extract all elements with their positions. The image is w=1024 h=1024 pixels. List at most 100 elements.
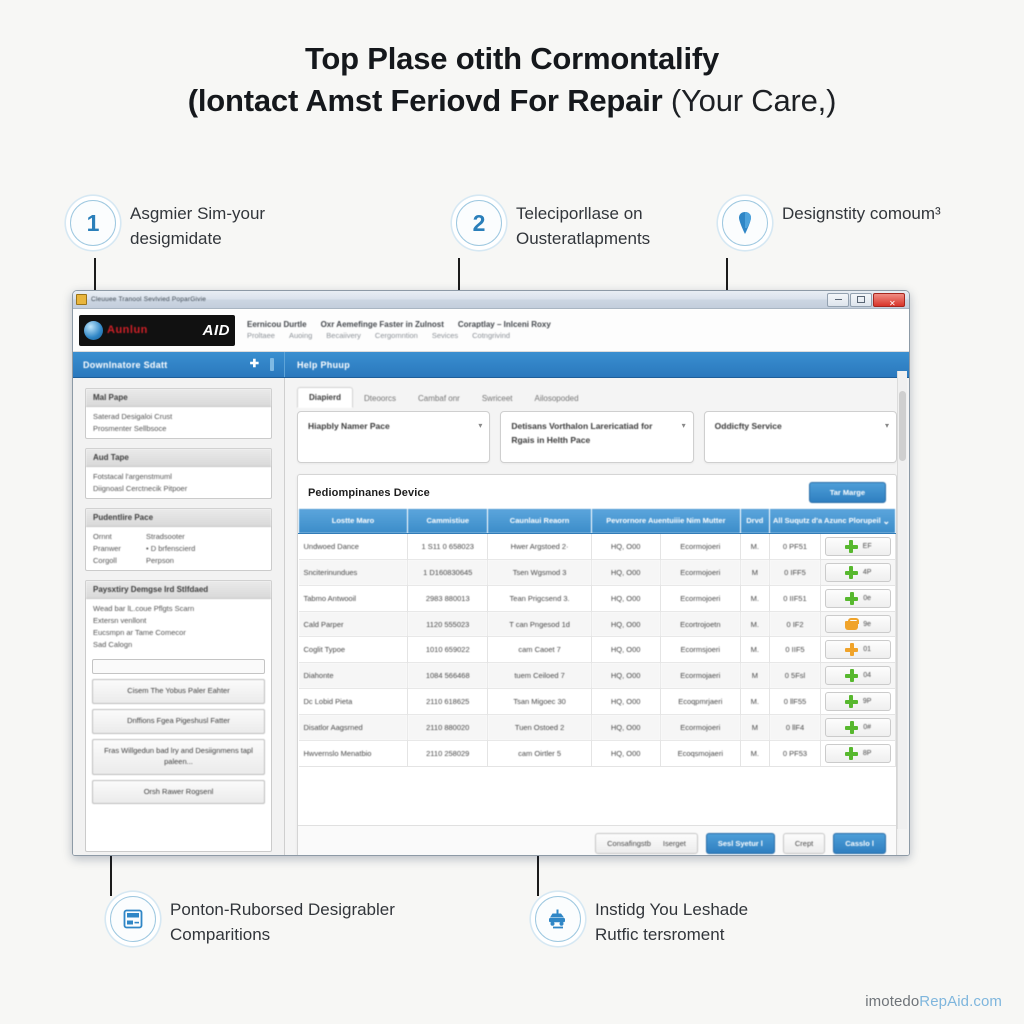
tab-cambafonr[interactable]: Cambaf onr (407, 389, 471, 408)
window-title-bar[interactable]: Cleuuee Tranool Sevlvied PoparGivie ✕ (73, 291, 909, 309)
cell-vendor: Ecormsjoeri (660, 636, 741, 664)
callout-1: 1 Asgmier Sim-your desigmidate (70, 200, 265, 251)
sidebar-action-button-3[interactable]: Orsh Rawer Rogsenl (92, 779, 265, 805)
col-caunlaui-reaorn[interactable]: Caunlaui Reaorn (487, 507, 592, 535)
sidebar-panel-0-line-1[interactable]: Prosmenter Sellbsoce (93, 424, 264, 433)
cell-action[interactable]: 04 (820, 662, 896, 690)
chevron-down-icon[interactable]: ⌄ (882, 515, 890, 527)
cell-action[interactable]: 0e (820, 585, 896, 613)
tab-ailosopoded[interactable]: Ailosopoded (524, 389, 590, 408)
col-drvd[interactable]: Drvd (739, 507, 770, 535)
row-action-button[interactable]: 9P (825, 692, 892, 712)
tab-dteoorcs[interactable]: Dteoorcs (353, 389, 407, 408)
table-row[interactable]: Tabmo Antwooil 2983 880013 Tean Prigcsen… (298, 585, 896, 613)
cell-action[interactable]: EF (820, 533, 896, 561)
row-action-button[interactable]: 9e (825, 615, 892, 634)
pin-icon (722, 200, 768, 246)
row-action-button[interactable]: 0# (825, 718, 892, 738)
submenu-item-1[interactable]: Auoing (289, 331, 312, 340)
submenu-item-0[interactable]: Proltaee (247, 331, 275, 340)
col-pevrornore[interactable]: Pevrornore Auentuiiie Nim Mutter (590, 507, 741, 535)
row-action-button[interactable]: 0e (825, 589, 892, 609)
sidebar-kv-key-0: Ornnt (93, 532, 112, 541)
minimize-button[interactable] (827, 292, 849, 307)
add-icon[interactable]: ✚ (250, 359, 259, 370)
footer-button-1[interactable]: Sesl Syetur l (705, 833, 775, 854)
scrollbar-thumb[interactable] (899, 391, 906, 461)
app-logo[interactable]: Aunlun AID (79, 314, 235, 346)
main-content: Diapierd Dteoorcs Cambaf onr Swriceet Ai… (285, 378, 909, 855)
watermark: imotedoRepAid.com (865, 993, 1002, 1010)
tar-marge-button[interactable]: Tar Marge (808, 482, 886, 503)
results-card-header: Pediompinanes Device Tar Marge (298, 475, 896, 508)
footer-button-3[interactable]: Casslo l (833, 833, 886, 854)
row-action-button[interactable]: EF (825, 537, 892, 557)
cell-ref: 0 PF51 (769, 533, 822, 561)
sidebar: Mal Pape Saterad Desigaloi Crust Prosmen… (73, 378, 285, 855)
filter-select-2[interactable]: Oddicfty Service ▾ (703, 411, 897, 463)
tab-swriceet[interactable]: Swriceet (471, 389, 524, 408)
table-row[interactable]: Diahonte 1084 566468 tuem Ceiloed 7 HQ, … (298, 662, 896, 690)
menu-item-0[interactable]: Eernicou Durtle (247, 320, 307, 329)
submenu-item-3[interactable]: Cergomntion (375, 331, 418, 340)
close-button[interactable]: ✕ (873, 292, 905, 307)
table-row[interactable]: Cald Parper 1120 555023 T can Pngesod 1d… (298, 611, 896, 638)
col-lostte-maro[interactable]: Lostte Maro (297, 507, 409, 535)
filter-select-1[interactable]: Detisans Vorthalon Larericatiad for Rgai… (500, 411, 694, 463)
filter-select-0[interactable]: Hiapbly Namer Pace ▾ (297, 411, 491, 463)
footer-button-0[interactable]: Consafingstb Iserget (595, 833, 698, 854)
window-title: Cleuuee Tranool Sevlvied PoparGivie (91, 296, 207, 303)
sidebar-panel-0-line-0[interactable]: Saterad Desigaloi Crust (93, 412, 264, 421)
row-action-button[interactable]: 8P (825, 744, 892, 764)
callout-1-number: 1 (86, 209, 100, 236)
sidebar-action-button-0[interactable]: Cisem The Yobus Paler Eahter (92, 679, 265, 704)
cell-action[interactable]: 4P (820, 559, 896, 587)
vertical-scrollbar[interactable] (897, 371, 907, 829)
sidebar-panel-1-line-1[interactable]: Diignoasl Cerctnecik Pitpoer (93, 484, 264, 493)
cell-action[interactable]: 01 (820, 636, 896, 664)
menu-item-1[interactable]: Oxr Aemefinge Faster in Zulnost (321, 320, 444, 329)
col-all-suqutz[interactable]: All Suqutz d'a Azunc Plorupeil ⌄ (768, 507, 897, 535)
tab-diapierd[interactable]: Diapierd (297, 387, 354, 408)
cell-action[interactable]: 8P (820, 740, 896, 768)
results-table: Lostte Maro Cammistiue Caunlaui Reaorn P… (297, 507, 897, 768)
submenu-item-4[interactable]: Sevices (432, 331, 458, 340)
table-row[interactable]: Dc Lobid Pieta 2110 618625 Tsan Migoec 3… (298, 688, 896, 716)
title-line-2: (lontact Amst Feriovd For Repair (Your C… (0, 80, 1024, 122)
callout-4-line-1: Ponton-Ruborsed Desigrabler (170, 900, 395, 919)
sidebar-action-button-2[interactable]: Fras Willgedun bad lry and Desiignmens t… (92, 738, 265, 775)
col-cammistiue[interactable]: Cammistiue (407, 507, 489, 535)
card-footer: Consafingstb Iserget Sesl Syetur l Crept… (298, 825, 896, 855)
sidebar-text-input[interactable] (92, 659, 265, 674)
cart-icon (845, 618, 860, 631)
cell-hq: HQ, O00 (591, 688, 661, 716)
cell-action[interactable]: 9P (820, 688, 896, 716)
table-row[interactable]: Disatlor Aagsrned 2110 880020 Tuen Ostoe… (298, 714, 896, 742)
maximize-button[interactable] (850, 292, 872, 307)
filter-select-1-value: Detisans Vorthalon Larericatiad for Rgai… (511, 421, 653, 445)
table-row[interactable]: Undwoed Dance 1 S11 0 658023 Hwer Argsto… (298, 533, 896, 561)
footer-button-2[interactable]: Crept (782, 833, 826, 854)
cell-ref: 0 llF4 (769, 714, 822, 742)
submenu-item-5[interactable]: Cotngrivind (472, 331, 510, 340)
row-action-button[interactable]: 01 (825, 640, 892, 660)
row-action-button[interactable]: 4P (825, 563, 892, 583)
callout-5-line-2: Rutfic tersroment (595, 924, 725, 944)
table-row[interactable]: Snciterinundues 1 D160830645 Tsen Wgsmod… (298, 559, 896, 587)
submenu-item-2[interactable]: Becaiivery (326, 331, 361, 340)
cell-ref: 0 llF55 (769, 688, 822, 716)
sidebar-action-button-1[interactable]: Dnffions Fgea Pigeshusl Fatter (92, 708, 265, 734)
cell-name: Disatlor Aagsrned (298, 714, 409, 742)
page-title: Top Plase otith Cormontalify (lontact Am… (0, 38, 1024, 121)
window-body: Mal Pape Saterad Desigaloi Crust Prosmen… (73, 371, 909, 855)
sidebar-panel-1-line-0[interactable]: Fotstacal l'argenstmuml (93, 472, 264, 481)
sidebar-kv-row-1: Pranwer • D brfenscierd (93, 544, 264, 553)
row-action-button[interactable]: 04 (825, 666, 892, 686)
cell-action[interactable]: 9e (820, 611, 896, 638)
row-action-label: 01 (863, 646, 872, 654)
table-row[interactable]: Hwvernslo Menatbio 2110 258029 cam Oirtl… (298, 740, 896, 768)
table-row[interactable]: Coglit Typoe 1010 659022 cam Caoet 7 HQ,… (298, 636, 896, 664)
menu-item-2[interactable]: Coraptlay – Inlceni Roxy (458, 320, 551, 329)
sidebar-header: Downlnatore Sdatt ✚ (73, 352, 285, 377)
cell-action[interactable]: 0# (820, 714, 896, 742)
